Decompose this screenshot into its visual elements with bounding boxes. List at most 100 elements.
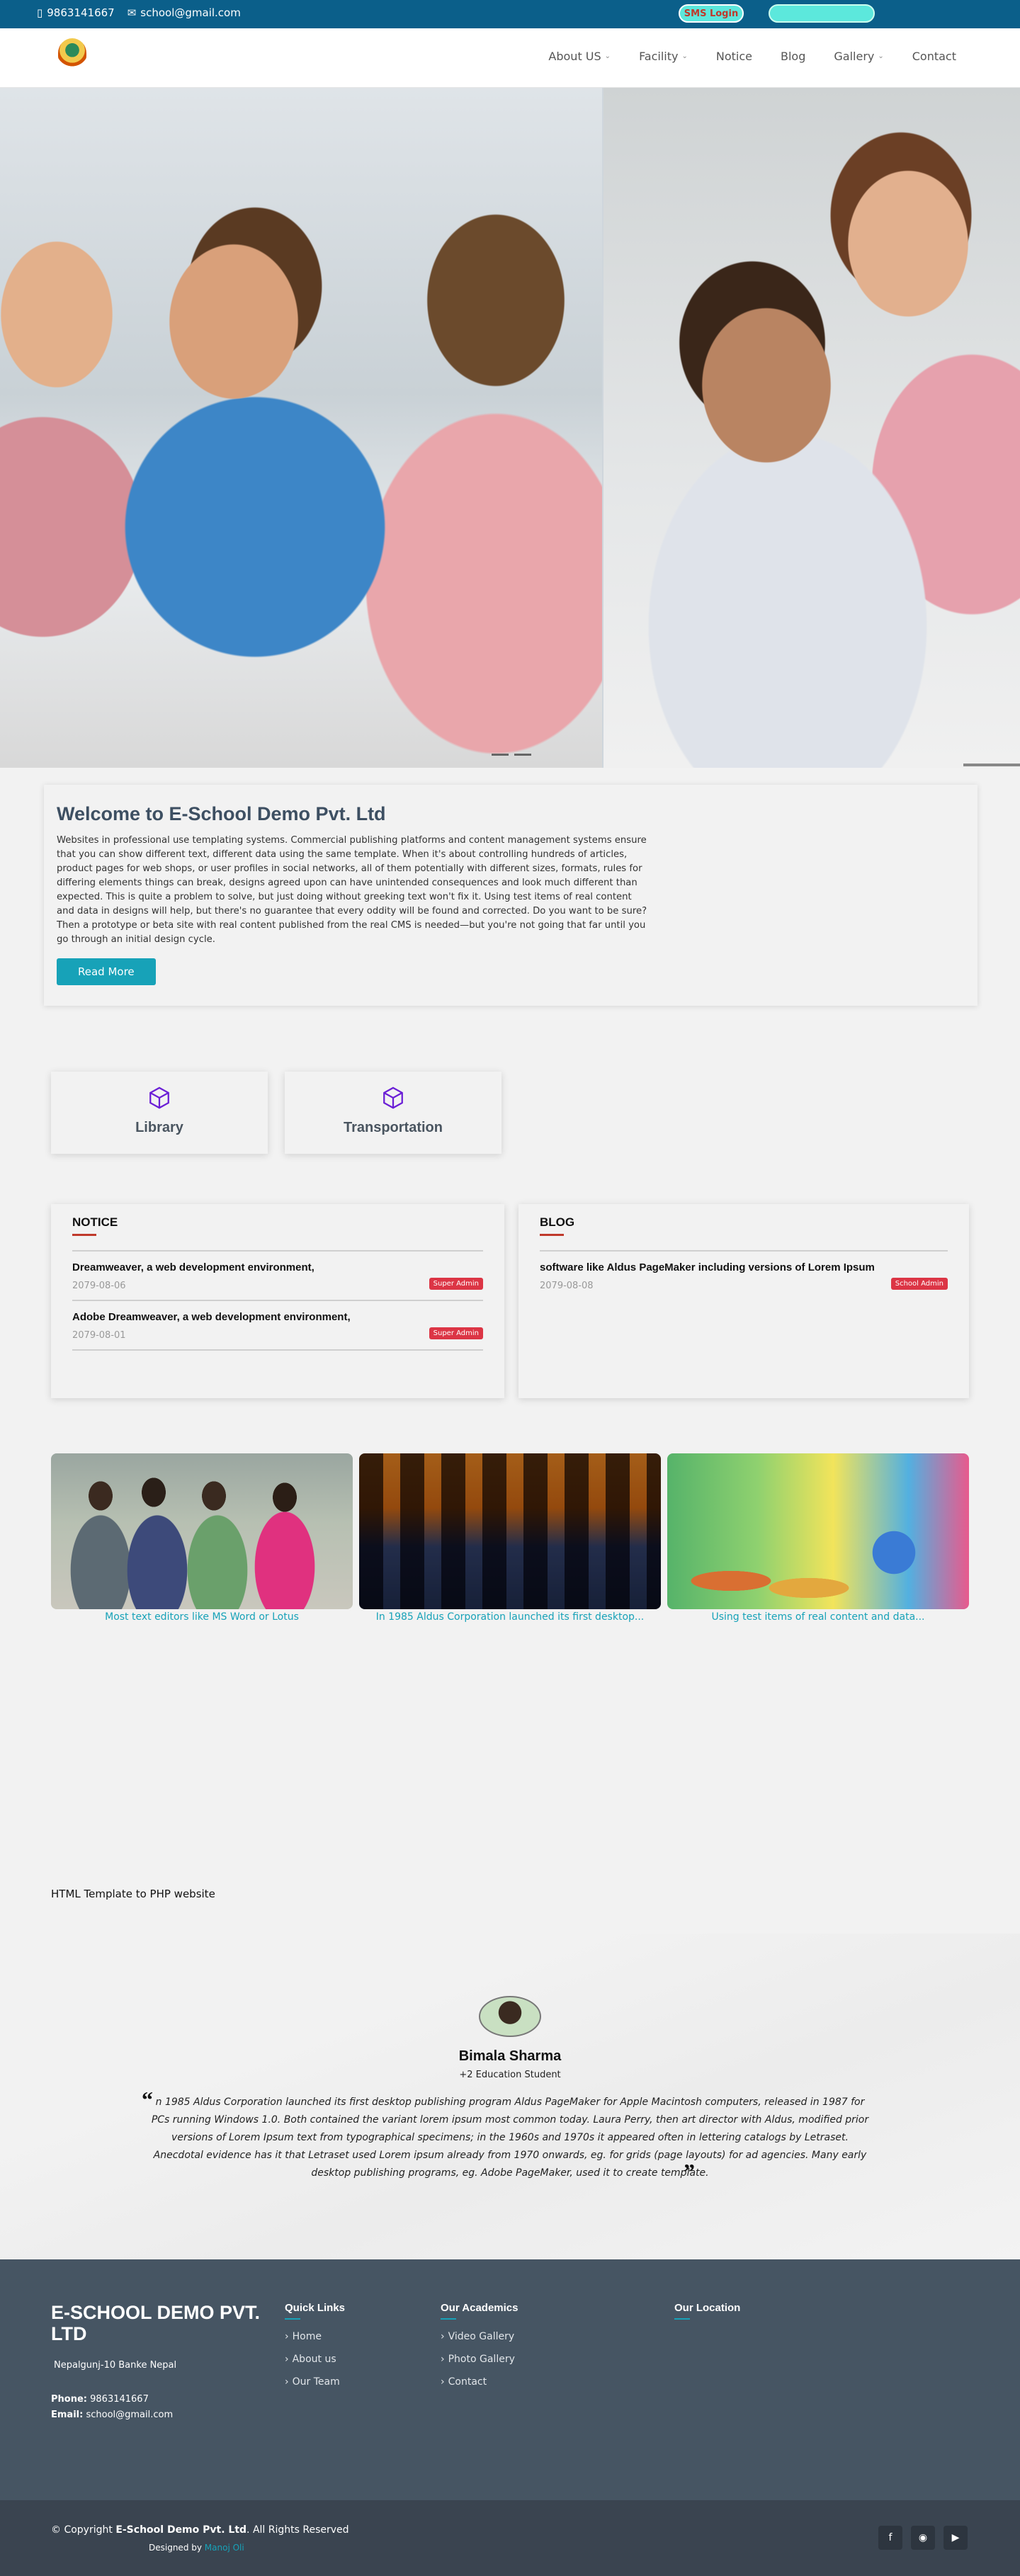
copyright-company: E-School Demo Pvt. Ltd (115, 2524, 247, 2536)
chevron-right-icon: › (285, 2376, 289, 2388)
chevron-right-icon: › (441, 2376, 445, 2388)
footer: E-SCHOOL DEMO PVT. LTD Nepalgunj-10 Bank… (0, 2259, 1020, 2500)
testimonial-section: Bimala Sharma +2 Education Student “ n 1… (0, 1934, 1020, 2259)
notice-title[interactable]: Adobe Dreamweaver, a web development env… (72, 1311, 483, 1323)
slider-dot[interactable] (514, 754, 531, 756)
nav-item-about[interactable]: About US ⌄ (548, 50, 611, 63)
notice-card: NOTICE Dreamweaver, a web development en… (51, 1204, 504, 1398)
link-label: Our Team (292, 2376, 340, 2388)
blog-card: BLOG software like Aldus PageMaker inclu… (518, 1204, 969, 1398)
blog-date: 2079-08-08 (540, 1281, 594, 1291)
notice-item[interactable]: Dreamweaver, a web development environme… (72, 1252, 483, 1301)
blog-heading: BLOG (540, 1215, 575, 1229)
footer-link-about[interactable]: › About us (285, 2354, 345, 2365)
designed-by: Designed by Manoj Oli (149, 2543, 244, 2553)
gallery-item[interactable]: Using test items of real content and dat… (667, 1453, 969, 1625)
slider-dot[interactable] (492, 754, 509, 756)
chevron-down-icon: ⌄ (681, 52, 688, 60)
tagline-text: HTML Template to PHP website (51, 1888, 215, 1900)
hero-slider[interactable] (0, 88, 1020, 768)
email-text: school@gmail.com (140, 6, 241, 19)
feature-card-transportation[interactable]: Transportation (285, 1072, 502, 1154)
heading-underline (72, 1234, 96, 1236)
nav-label: Facility (639, 50, 679, 63)
facebook-icon[interactable]: f (878, 2526, 902, 2550)
nav-label: Contact (912, 50, 956, 63)
nav-item-gallery[interactable]: Gallery ⌄ (834, 50, 883, 63)
main-navbar: About US ⌄ Facility ⌄ Notice Blog Gallery ⌄… (0, 28, 1020, 88)
read-more-button[interactable]: Read More (57, 958, 156, 985)
email-contact[interactable]: ✉ school@gmail.com (128, 6, 241, 19)
box-icon (51, 1086, 268, 1114)
gallery-item[interactable]: In 1985 Aldus Corporation launched its f… (359, 1453, 661, 1625)
gallery-caption[interactable]: In 1985 Aldus Corporation launched its f… (359, 1609, 661, 1625)
notice-title[interactable]: Dreamweaver, a web development environme… (72, 1261, 483, 1273)
notice-heading: NOTICE (72, 1215, 118, 1229)
nav-label: Blog (781, 50, 806, 63)
link-label: Contact (448, 2376, 487, 2388)
feature-card-library[interactable]: Library (51, 1072, 268, 1154)
copyright-bar: © Copyright E-School Demo Pvt. Ltd. All … (0, 2500, 1020, 2576)
box-icon (285, 1086, 502, 1114)
login-button[interactable] (769, 4, 875, 23)
footer-link-home[interactable]: › Home (285, 2331, 345, 2342)
notice-date: 2079-08-01 (72, 1330, 126, 1341)
nav-item-blog[interactable]: Blog (781, 50, 805, 63)
link-label: Video Gallery (448, 2331, 515, 2342)
designed-prefix: Designed by (149, 2543, 202, 2553)
phone-contact[interactable]: ▯ 9863141667 (37, 6, 115, 19)
author-badge: Super Admin (429, 1327, 483, 1339)
nav-item-facility[interactable]: Facility ⌄ (639, 50, 688, 63)
link-label: Photo Gallery (448, 2354, 515, 2365)
gallery-caption[interactable]: Using test items of real content and dat… (667, 1609, 969, 1625)
chevron-right-icon: › (285, 2331, 289, 2342)
horizontal-scrollbar[interactable] (963, 764, 1020, 766)
footer-link-photo-gallery[interactable]: › Photo Gallery (441, 2354, 518, 2365)
nav-item-notice[interactable]: Notice (716, 50, 752, 63)
top-bar: ▯ 9863141667 ✉ school@gmail.com SMS Logi… (0, 0, 1020, 28)
copyright-suffix: . All Rights Reserved (246, 2524, 349, 2536)
author-badge: School Admin (890, 1278, 948, 1290)
nav-label: About US (548, 50, 601, 63)
blog-item[interactable]: software like Aldus PageMaker including … (540, 1252, 948, 1300)
phone-label: Phone: (51, 2394, 87, 2405)
academics-column: Our Academics › Video Gallery › Photo Gall… (441, 2302, 518, 2388)
footer-link-team[interactable]: › Our Team (285, 2376, 345, 2388)
notice-item[interactable]: Adobe Dreamweaver, a web development env… (72, 1301, 483, 1351)
chevron-right-icon: › (285, 2354, 289, 2365)
academics-heading: Our Academics (441, 2302, 518, 2314)
quick-links-column: Quick Links › Home › About us › Our Team (285, 2302, 345, 2388)
testimonial-role: +2 Education Student (459, 2070, 561, 2080)
chevron-right-icon: › (441, 2354, 445, 2365)
email-label: Email: (51, 2410, 84, 2420)
copyright-prefix: © Copyright (51, 2524, 113, 2536)
blog-title[interactable]: software like Aldus PageMaker including … (540, 1261, 948, 1273)
gallery-caption[interactable]: Most text editors like MS Word or Lotus (51, 1609, 353, 1625)
school-logo[interactable] (51, 38, 94, 78)
chevron-right-icon: › (441, 2331, 445, 2342)
gallery-image-computer-lab[interactable] (359, 1453, 661, 1609)
instagram-icon[interactable]: ◉ (911, 2526, 935, 2550)
nav-label: Notice (715, 50, 752, 63)
hero-image-students-2 (604, 88, 1020, 768)
hero-image-students (0, 88, 602, 768)
gallery-image-activity-room[interactable] (667, 1453, 969, 1609)
footer-link-contact[interactable]: › Contact (441, 2376, 518, 2388)
avatar (479, 1996, 541, 2037)
phone-value: 9863141667 (90, 2394, 149, 2405)
phone-text: 9863141667 (47, 6, 115, 19)
logo-crest-icon (58, 38, 86, 68)
footer-link-video-gallery[interactable]: › Video Gallery (441, 2331, 518, 2342)
chevron-down-icon: ⌄ (604, 52, 611, 60)
sms-login-button[interactable]: SMS Login (679, 4, 744, 23)
gallery-image-group-photo[interactable] (51, 1453, 353, 1609)
chevron-down-icon: ⌄ (878, 52, 884, 60)
phone-icon: ▯ (37, 6, 43, 19)
heading-underline (441, 2318, 456, 2320)
nav-item-contact[interactable]: Contact (912, 50, 956, 63)
designer-link[interactable]: Manoj Oli (205, 2543, 244, 2553)
gallery-item[interactable]: Most text editors like MS Word or Lotus (51, 1453, 353, 1625)
link-label: Home (292, 2331, 322, 2342)
youtube-icon[interactable]: ▶ (944, 2526, 968, 2550)
email-value: school@gmail.com (86, 2410, 174, 2420)
